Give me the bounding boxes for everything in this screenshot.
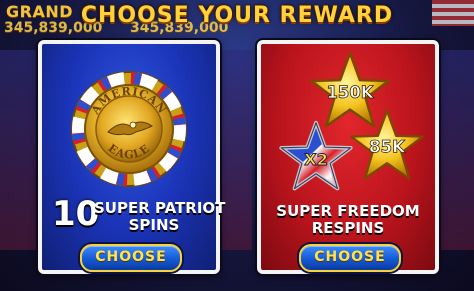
- american-eagle-coin-icon: AMERICAN EAGLE: [71, 71, 187, 187]
- choose-button-super-freedom[interactable]: CHOOSE: [299, 244, 401, 272]
- choose-button-super-patriot[interactable]: CHOOSE: [80, 244, 182, 272]
- star-value-x2: X2: [304, 150, 328, 169]
- reward-option-super-freedom[interactable]: 150K 85K X2 SUPER FREEDOM RESPINS CHOOSE: [257, 40, 439, 274]
- game-screen: GRAND 345,839,000 345,839,000 CHOOSE YOU…: [0, 0, 474, 291]
- background-reel: [434, 50, 474, 250]
- background-reel: [222, 50, 252, 250]
- star-value-85k: 85K: [369, 137, 406, 157]
- reward-name-line2: RESPINS: [311, 219, 385, 237]
- dialog-title: CHOOSE YOUR REWARD: [80, 3, 394, 28]
- spin-count: 10: [52, 194, 100, 234]
- reward-name-line2: SPINS: [128, 216, 180, 234]
- star-value-150k: 150K: [327, 83, 375, 102]
- star-85k-icon: 85K: [350, 109, 424, 180]
- reward-name: SUPER FREEDOM: [276, 202, 420, 220]
- reward-name: SUPER PATRIOT: [94, 199, 226, 217]
- background-reel: [0, 50, 40, 250]
- star-x2-multiplier-icon: X2: [279, 120, 353, 191]
- reward-option-super-patriot[interactable]: AMERICAN EAGLE 10 SUPER PATRIOT SPINS CH…: [38, 40, 225, 274]
